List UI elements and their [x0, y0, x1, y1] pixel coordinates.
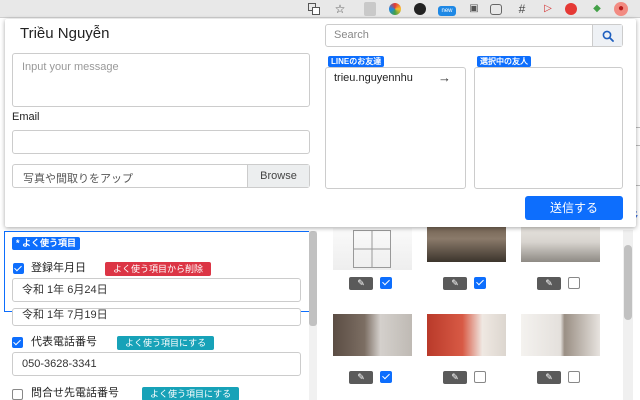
extension-icon-3[interactable]: [414, 3, 426, 15]
new-badge-extension-icon[interactable]: new: [438, 6, 456, 16]
phone-input[interactable]: 050-3628-3341: [12, 352, 301, 376]
pencil-icon: ✎: [451, 372, 459, 382]
email-input[interactable]: [12, 130, 310, 154]
search-input[interactable]: Search: [334, 29, 369, 41]
photo-select-checkbox[interactable]: [568, 277, 580, 289]
pencil-icon: ✎: [357, 372, 365, 382]
photo-select-checkbox[interactable]: [474, 371, 486, 383]
add-to-favorites-button[interactable]: よく使う項目にする: [117, 336, 215, 350]
pencil-icon: ✎: [451, 278, 459, 288]
phone-checkbox[interactable]: [12, 337, 23, 348]
profile-extension-icon[interactable]: ●: [614, 2, 628, 16]
extension-icon-1[interactable]: [364, 2, 376, 16]
pencil-icon: ✎: [545, 278, 553, 288]
search-field[interactable]: Search: [325, 24, 623, 47]
photo-thumbnail-floor-plan[interactable]: [333, 228, 412, 270]
new-badge-label: new: [441, 8, 453, 14]
edit-photo-button[interactable]: ✎: [537, 277, 561, 290]
send-button[interactable]: 送信する: [525, 196, 623, 220]
registration-date-label: 登録年月日: [31, 262, 86, 274]
photo-select-checkbox[interactable]: [568, 371, 580, 383]
phone-label: 代表電話番号: [31, 336, 97, 348]
inquiry-phone-checkbox[interactable]: [12, 389, 23, 400]
photo-select-checkbox[interactable]: [380, 371, 392, 383]
browse-button[interactable]: Browse: [247, 165, 309, 187]
hash-icon[interactable]: #: [515, 2, 529, 16]
add-to-favorites-button[interactable]: よく使う項目にする: [142, 387, 240, 400]
edit-photo-button[interactable]: ✎: [349, 371, 373, 384]
date-input-2[interactable]: 令和 1年 7月19日: [12, 308, 301, 326]
user-name-title: Triều Nguyễn: [20, 25, 110, 42]
form-scrollbar-thumb[interactable]: [309, 231, 317, 326]
search-button[interactable]: [592, 25, 622, 46]
extension-icon-6[interactable]: [490, 4, 502, 15]
photo-thumbnail-kitchen[interactable]: [333, 314, 412, 356]
line-friends-list: [325, 67, 466, 189]
photo-thumbnail-closet[interactable]: [521, 314, 600, 356]
edit-photo-button[interactable]: ✎: [443, 277, 467, 290]
upload-placeholder: 写真や間取りをアップ: [23, 173, 133, 185]
registration-date-checkbox[interactable]: [13, 263, 24, 274]
extension-icon-10[interactable]: ◆: [590, 2, 604, 16]
pencil-icon: ✎: [545, 372, 553, 382]
edit-photo-button[interactable]: ✎: [349, 277, 373, 290]
photo-thumbnail-red-door[interactable]: [427, 314, 506, 356]
extension-icon-8[interactable]: ▷: [541, 2, 555, 16]
selected-friends-list: [474, 67, 623, 189]
registration-date-input[interactable]: 令和 1年 6月24日: [12, 278, 301, 302]
photo-select-checkbox[interactable]: [380, 277, 392, 289]
email-label: Email: [12, 111, 40, 123]
pencil-icon: ✎: [357, 278, 365, 288]
translate-icon[interactable]: [307, 2, 321, 16]
photo-thumbnail-room[interactable]: [521, 222, 600, 262]
popup-pointer: [288, 216, 310, 227]
photo-select-checkbox[interactable]: [474, 277, 486, 289]
remove-from-favorites-button[interactable]: よく使う項目から削除: [105, 262, 212, 276]
inquiry-phone-label: 問合せ先電話番号: [31, 387, 119, 399]
browser-toolbar: ☆ new ▣ # ▷ ◆ ●: [0, 0, 640, 18]
extension-icon-5[interactable]: ▣: [467, 2, 481, 16]
edit-photo-button[interactable]: ✎: [537, 371, 561, 384]
friend-list-item[interactable]: trieu.nguyennhu: [334, 72, 413, 84]
edit-photo-button[interactable]: ✎: [443, 371, 467, 384]
line-friends-header: LINEのお友達: [328, 56, 385, 67]
star-icon[interactable]: ☆: [333, 2, 347, 16]
photo-upload-field[interactable]: 写真や間取りをアップ Browse: [12, 164, 310, 188]
add-friend-arrow-icon[interactable]: →: [438, 70, 451, 85]
extension-icon-2[interactable]: [389, 3, 401, 15]
search-icon: [602, 30, 614, 42]
page-scrollbar-thumb[interactable]: [624, 245, 632, 320]
message-input[interactable]: Input your message: [12, 53, 310, 107]
favorites-header: * よく使う項目: [12, 237, 81, 250]
extension-icon-9[interactable]: [565, 3, 577, 15]
selected-friends-header: 選択中の友人: [477, 56, 531, 67]
